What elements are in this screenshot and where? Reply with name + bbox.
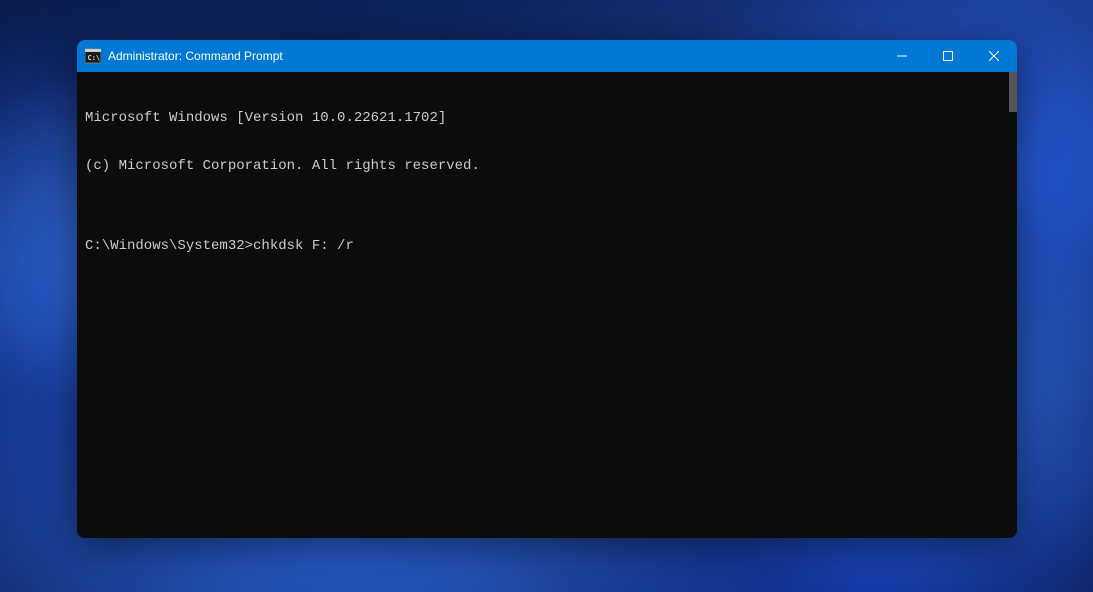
terminal-command: chkdsk F: /r	[253, 238, 354, 254]
title-bar[interactable]: C:\ Administrator: Command Prompt	[77, 40, 1017, 72]
minimize-button[interactable]	[879, 40, 925, 72]
terminal-output-line: (c) Microsoft Corporation. All rights re…	[85, 158, 1009, 174]
terminal-body[interactable]: Microsoft Windows [Version 10.0.22621.17…	[77, 72, 1017, 538]
window-title: Administrator: Command Prompt	[108, 49, 879, 63]
terminal-prompt-line: C:\Windows\System32>chkdsk F: /r	[85, 238, 1009, 254]
window-controls	[879, 40, 1017, 72]
terminal-prompt: C:\Windows\System32>	[85, 238, 253, 254]
svg-text:C:\: C:\	[88, 54, 101, 62]
maximize-button[interactable]	[925, 40, 971, 72]
terminal-output-line: Microsoft Windows [Version 10.0.22621.17…	[85, 110, 1009, 126]
scrollbar-thumb[interactable]	[1009, 72, 1017, 112]
command-prompt-window: C:\ Administrator: Command Prompt	[77, 40, 1017, 538]
close-button[interactable]	[971, 40, 1017, 72]
command-prompt-icon: C:\	[85, 48, 101, 64]
